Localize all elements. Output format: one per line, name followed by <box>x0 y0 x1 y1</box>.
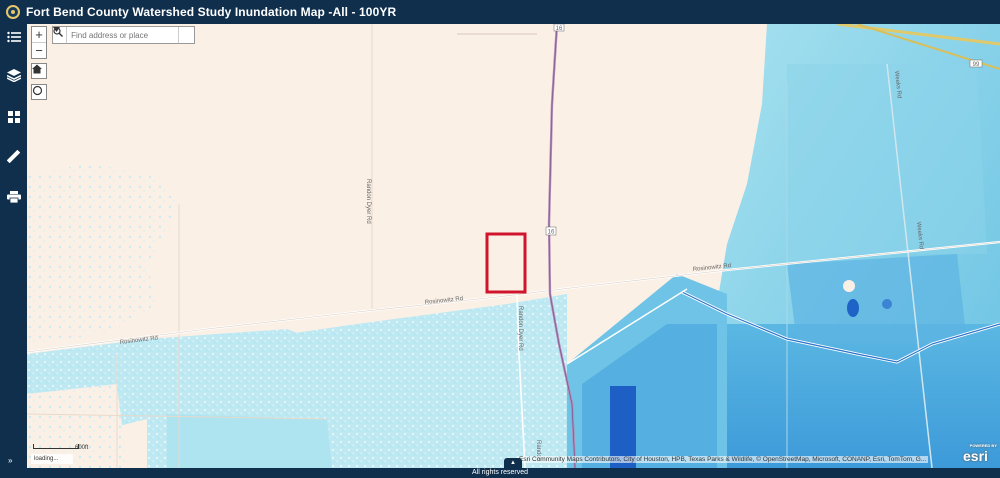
grid-icon[interactable] <box>5 108 22 125</box>
search-button[interactable] <box>53 27 194 43</box>
map-view[interactable]: 16 16 99 Rosinowitz Rd Rosinowitz Rd Ros… <box>27 24 1000 468</box>
printer-icon[interactable] <box>5 188 22 205</box>
home-button[interactable] <box>31 63 47 79</box>
scale-bar <box>33 444 79 449</box>
search-icon <box>53 27 63 37</box>
esri-logo[interactable]: POWERED BY esri <box>963 444 997 466</box>
search-input[interactable] <box>67 27 179 43</box>
scale-label: 600ft <box>75 445 89 451</box>
app-footer: All rights reserved <box>0 468 1000 478</box>
locate-button[interactable] <box>31 84 47 100</box>
sidebar <box>0 24 27 468</box>
address-search <box>52 26 195 44</box>
locate-icon <box>32 85 43 96</box>
highway-99-shield: 99 <box>973 62 980 68</box>
randon-dyer-rd-label-north: Randon Dyer Rd <box>365 179 371 224</box>
layers-icon[interactable] <box>5 67 22 84</box>
legend-list-icon[interactable] <box>5 28 22 45</box>
zoom-control: + − <box>31 26 47 59</box>
randon-dyer-rd-label-south: Randon Dyer Rd <box>517 306 523 351</box>
highway-16-shield-top: 16 <box>556 26 563 32</box>
county-seal-icon <box>6 5 20 19</box>
page-title: Fort Bend County Watershed Study Inundat… <box>26 5 397 19</box>
zoom-out-button[interactable]: − <box>32 42 46 58</box>
ruler-icon[interactable] <box>5 148 22 165</box>
zoom-in-button[interactable]: + <box>32 27 46 42</box>
expand-sidebar-button[interactable]: » <box>8 456 12 465</box>
map-canvas: 16 16 99 Rosinowitz Rd Rosinowitz Rd Ros… <box>27 24 1000 468</box>
loading-indicator: loading... <box>31 454 73 464</box>
home-icon <box>32 64 42 74</box>
footer-toggle-button[interactable]: ▲ <box>504 458 522 468</box>
map-attribution: Esri Community Maps Contributors, City o… <box>517 456 929 463</box>
app-header: Fort Bend County Watershed Study Inundat… <box>0 0 1000 24</box>
highway-16-shield-mid: 16 <box>548 230 555 236</box>
footer-text: All rights reserved <box>471 469 529 476</box>
